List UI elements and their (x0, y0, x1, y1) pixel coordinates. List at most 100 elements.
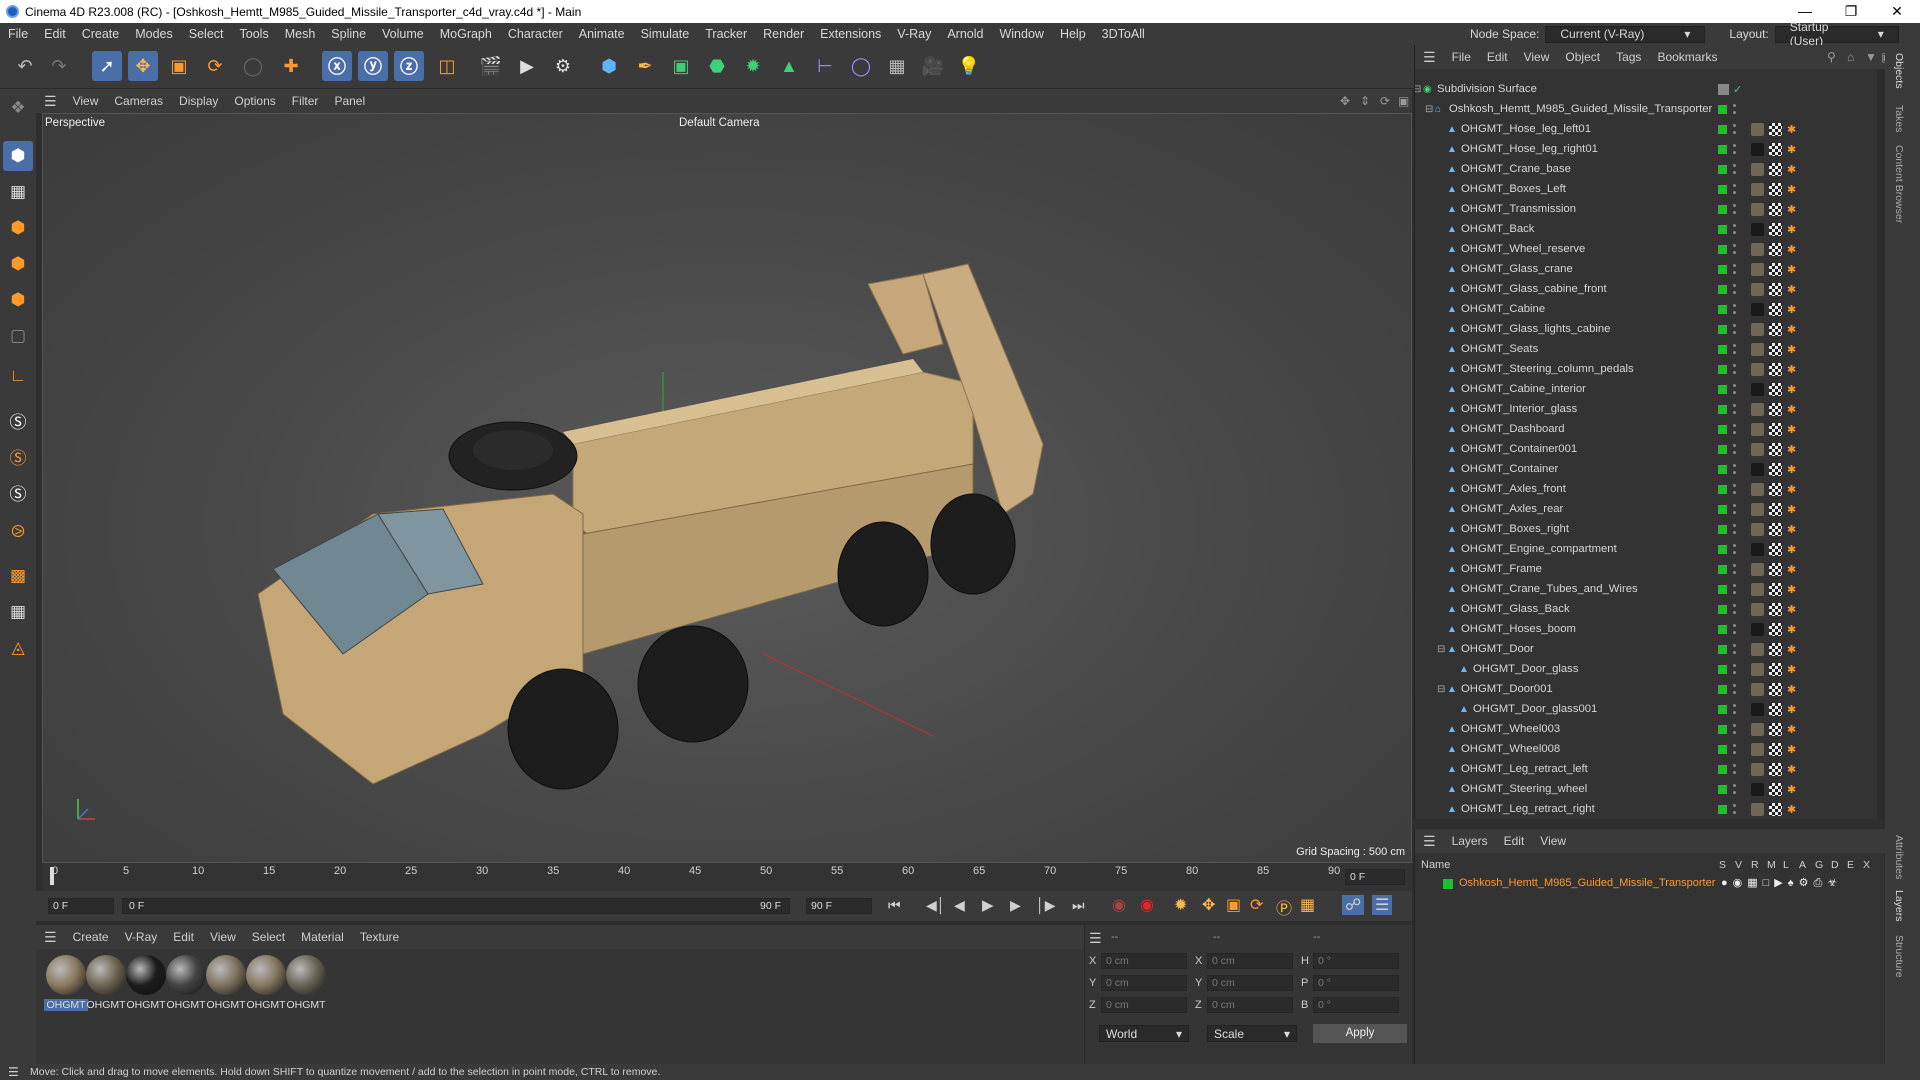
uvw-tag-icon[interactable] (1769, 402, 1782, 416)
material-label[interactable]: OHGMT (124, 999, 168, 1011)
object-name[interactable]: OHGMT_Container001 (1461, 443, 1577, 455)
object-row[interactable]: ▲ OHGMT_Container001 ✱ (1415, 439, 1885, 459)
menu-modes[interactable]: Modes (127, 27, 181, 41)
material-menu-material[interactable]: Material (293, 930, 352, 944)
hamburger-icon[interactable]: ☰ (8, 1065, 19, 1079)
symmetry-icon[interactable]: ⊢ (810, 51, 840, 81)
object-menu-file[interactable]: File (1444, 50, 1479, 64)
uvw-tag-icon[interactable] (1769, 442, 1782, 456)
material-tag-icon[interactable] (1751, 782, 1764, 796)
menu-character[interactable]: Character (500, 27, 571, 41)
uvw-tag-icon[interactable] (1769, 382, 1782, 396)
layer-name[interactable]: Oshkosh_Hemtt_M985_Guided_Missile_Transp… (1459, 877, 1715, 889)
phong-tag-icon[interactable]: ✱ (1787, 383, 1796, 396)
layer-color-swatch[interactable] (1718, 224, 1727, 234)
menu-simulate[interactable]: Simulate (633, 27, 698, 41)
tweak-icon[interactable]: ⧁ (3, 517, 33, 547)
layer-color-swatch[interactable] (1718, 624, 1727, 634)
object-name[interactable]: OHGMT_Container (1461, 463, 1558, 475)
phong-tag-icon[interactable]: ✱ (1787, 263, 1796, 276)
layer-flag-header[interactable]: E (1847, 859, 1854, 871)
menu-tracker[interactable]: Tracker (697, 27, 755, 41)
close-button[interactable]: ✕ (1874, 0, 1920, 23)
layer-menu-view[interactable]: View (1532, 834, 1574, 848)
visibility-dots[interactable] (1733, 524, 1737, 534)
axis-mode-icon[interactable]: ∟ (3, 361, 33, 391)
object-name[interactable]: OHGMT_Wheel008 (1461, 743, 1560, 755)
object-row[interactable]: ▲ OHGMT_Hose_leg_left01 ✱ (1415, 119, 1885, 139)
uvw-tag-icon[interactable] (1769, 422, 1782, 436)
object-name[interactable]: OHGMT_Crane_Tubes_and_Wires (1461, 583, 1638, 595)
coord-field[interactable]: 0 cm (1101, 953, 1187, 969)
coord-field[interactable]: 0 ° (1313, 953, 1399, 969)
material-tag-icon[interactable] (1751, 722, 1764, 736)
layer-color-swatch[interactable] (1718, 284, 1727, 294)
material-tag-icon[interactable] (1751, 342, 1764, 356)
uvw-tag-icon[interactable] (1769, 742, 1782, 756)
object-row[interactable]: ▲ OHGMT_Wheel003 ✱ (1415, 719, 1885, 739)
visibility-dots[interactable] (1733, 544, 1737, 554)
material-swatch[interactable] (206, 955, 246, 995)
object-name[interactable]: OHGMT_Glass_lights_cabine (1461, 323, 1610, 335)
uvw-tag-icon[interactable] (1769, 122, 1782, 136)
object-name[interactable]: OHGMT_Glass_cabine_front (1461, 283, 1607, 295)
object-name[interactable]: OHGMT_Seats (1461, 343, 1538, 355)
phong-tag-icon[interactable]: ✱ (1787, 463, 1796, 476)
uvw-tag-icon[interactable] (1769, 202, 1782, 216)
object-row[interactable]: ▲ OHGMT_Transmission ✱ (1415, 199, 1885, 219)
phong-tag-icon[interactable]: ✱ (1787, 763, 1796, 776)
material-tag-icon[interactable] (1751, 442, 1764, 456)
create-icon[interactable]: ✚ (276, 51, 306, 81)
phong-tag-icon[interactable]: ✱ (1787, 423, 1796, 436)
material-tag-icon[interactable] (1751, 462, 1764, 476)
object-name[interactable]: OHGMT_Axles_rear (1461, 503, 1563, 515)
layer-color-swatch[interactable] (1718, 364, 1727, 374)
y-axis-icon[interactable]: ⓨ (358, 51, 388, 81)
material-tag-icon[interactable] (1751, 302, 1764, 316)
object-row[interactable]: ▲ OHGMT_Frame ✱ (1415, 559, 1885, 579)
visibility-dots[interactable] (1733, 224, 1737, 234)
object-name[interactable]: OHGMT_Axles_front (1461, 483, 1566, 495)
phong-tag-icon[interactable]: ✱ (1787, 303, 1796, 316)
viewport-menu-cameras[interactable]: Cameras (106, 94, 171, 108)
material-swatch[interactable] (166, 955, 206, 995)
phong-tag-icon[interactable]: ✱ (1787, 643, 1796, 656)
object-name[interactable]: OHGMT_Engine_compartment (1461, 543, 1617, 555)
visibility-dots[interactable] (1733, 764, 1737, 774)
layer-flag-header[interactable]: L (1783, 859, 1789, 871)
material-tag-icon[interactable] (1751, 362, 1764, 376)
z-axis-icon[interactable]: ⓩ (394, 51, 424, 81)
material-tag-icon[interactable] (1751, 202, 1764, 216)
object-row[interactable]: ▲ OHGMT_Hoses_boom ✱ (1415, 619, 1885, 639)
material-label[interactable]: OHGMT (204, 999, 248, 1011)
object-name[interactable]: OHGMT_Door001 (1461, 683, 1553, 695)
layer-flag-header[interactable]: M (1767, 859, 1776, 871)
object-name[interactable]: OHGMT_Wheel003 (1461, 723, 1560, 735)
layer-color-swatch[interactable] (1718, 704, 1727, 714)
phong-tag-icon[interactable]: ✱ (1787, 363, 1796, 376)
make-editable-icon[interactable]: ❖ (3, 93, 33, 123)
material-tag-icon[interactable] (1751, 542, 1764, 556)
phong-tag-icon[interactable]: ✱ (1787, 343, 1796, 356)
object-name[interactable]: Oshkosh_Hemtt_M985_Guided_Missile_Transp… (1449, 103, 1712, 115)
material-tag-icon[interactable] (1751, 502, 1764, 516)
layer-color-swatch[interactable] (1718, 744, 1727, 754)
material-tag-icon[interactable] (1751, 762, 1764, 776)
phong-tag-icon[interactable]: ✱ (1787, 183, 1796, 196)
uvw-tag-icon[interactable] (1769, 222, 1782, 236)
phong-tag-icon[interactable]: ✱ (1787, 783, 1796, 796)
layer-color-swatch[interactable] (1718, 604, 1727, 614)
visibility-dots[interactable] (1733, 264, 1737, 274)
layer-color-swatch[interactable] (1718, 184, 1727, 194)
hamburger-icon[interactable]: ☰ (1415, 49, 1444, 66)
object-row[interactable]: ▲ OHGMT_Seats ✱ (1415, 339, 1885, 359)
end-frame-field[interactable]: 90 F (806, 898, 872, 914)
visibility-dots[interactable] (1733, 504, 1737, 514)
object-row[interactable]: ▲ OHGMT_Glass_cabine_front ✱ (1415, 279, 1885, 299)
workplane-icon[interactable]: ▩ (3, 561, 33, 591)
phong-tag-icon[interactable]: ✱ (1787, 203, 1796, 216)
material-tag-icon[interactable] (1751, 122, 1764, 136)
frame-range-slider[interactable]: 0 F 90 F (122, 898, 790, 914)
visibility-dots[interactable] (1733, 584, 1737, 594)
layer-color-swatch[interactable] (1718, 724, 1727, 734)
